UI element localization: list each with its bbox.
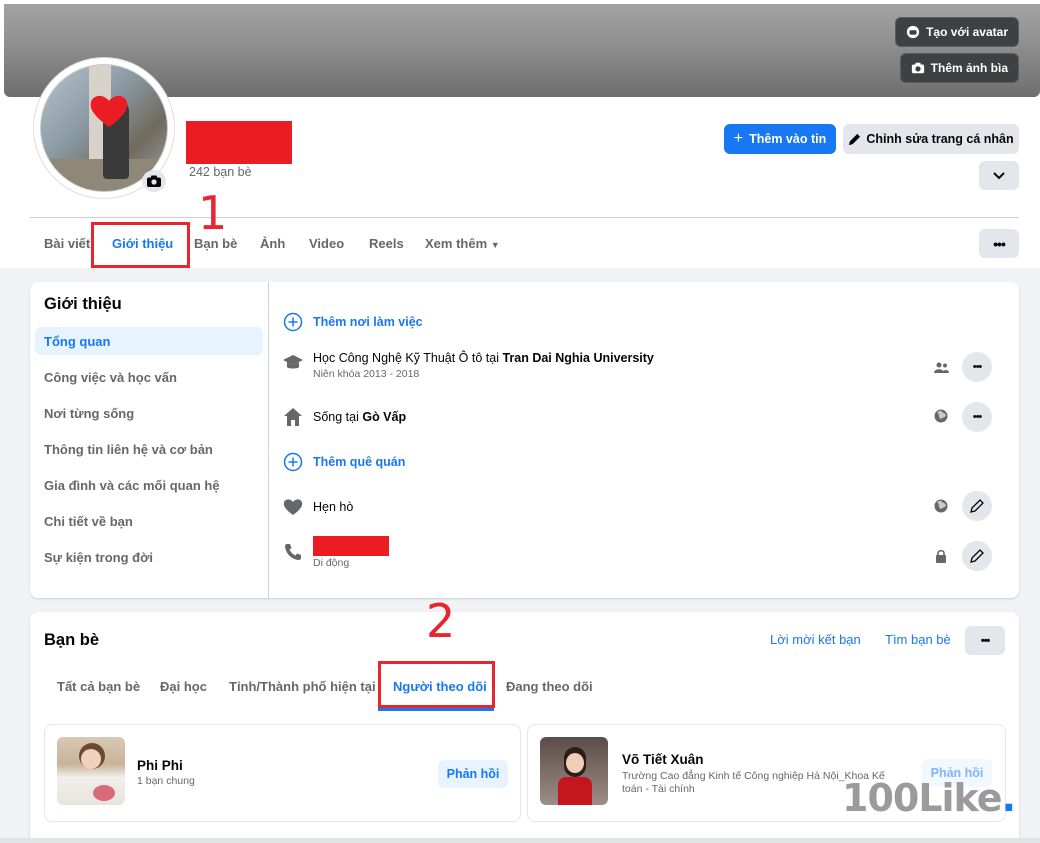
about-nav-family-relationships[interactable]: Gia đình và các mối quan hệ [44, 478, 220, 493]
tab-all-friends[interactable]: Tất cả bạn bè [57, 679, 140, 694]
home-icon [282, 406, 304, 428]
edit-profile-label: Chỉnh sửa trang cá nhân [866, 132, 1014, 146]
add-cover-photo-label: Thêm ảnh bìa [930, 61, 1008, 75]
education-more-button[interactable]: ••• [962, 352, 992, 382]
mutual-friends: 1 bạn chung [137, 775, 195, 787]
tab-photos[interactable]: Ảnh [260, 236, 285, 251]
add-hometown-link[interactable]: Thêm quê quán [313, 455, 405, 469]
education-years: Niên khóa 2013 - 2018 [313, 368, 420, 380]
respond-button[interactable]: Phản hồi [438, 760, 508, 788]
more-dots-icon: ••• [972, 361, 983, 373]
chevron-down-icon [993, 171, 1005, 179]
avatar-icon [906, 25, 920, 39]
friend-requests-link[interactable]: Lời mời kết bạn [770, 632, 861, 647]
phone-type-label: Di động [313, 557, 350, 569]
friends-audience-icon[interactable] [933, 359, 949, 375]
annotation-box-about-tab [91, 222, 190, 268]
follower-name[interactable]: Phi Phi [137, 758, 183, 773]
camera-icon [911, 62, 924, 74]
dating-edit-button[interactable] [962, 491, 992, 521]
phone-edit-button[interactable] [962, 541, 992, 571]
add-circle-icon[interactable] [282, 451, 304, 473]
follower-card[interactable]: Phi Phi 1 bạn chung Phản hồi [44, 724, 521, 822]
public-globe-icon[interactable] [933, 498, 949, 514]
about-column-divider [268, 282, 269, 598]
about-card: Giới thiệu Tổng quan Công việc và học vấ… [30, 282, 1019, 598]
find-friends-link[interactable]: Tìm bạn bè [885, 632, 951, 647]
about-title: Giới thiệu [44, 295, 122, 313]
education-prefix: Học Công Nghệ Kỹ Thuật Ô tô tại [313, 351, 503, 365]
about-nav-life-events[interactable]: Sự kiện trong đời [44, 550, 153, 565]
friend-count: 242 bạn bè [189, 165, 252, 179]
create-with-avatar-label: Tạo với avatar [926, 25, 1008, 39]
annotation-box-followers-tab [378, 661, 495, 708]
profile-header: Tạo với avatar Thêm ảnh bìa 242 bạn bè +… [0, 0, 1040, 268]
phone-icon [282, 541, 304, 563]
lives-in-more-button[interactable]: ••• [962, 402, 992, 432]
tab-reels[interactable]: Reels [369, 236, 404, 251]
pencil-icon [970, 549, 984, 563]
tab-current-city[interactable]: Tỉnh/Thành phố hiện tại [229, 679, 376, 694]
dating-label: Hẹn hò [313, 500, 354, 514]
pencil-icon [970, 499, 984, 513]
profile-dropdown-button[interactable] [979, 161, 1019, 190]
add-to-story-button[interactable]: + Thêm vào tin [724, 124, 836, 154]
bottom-scroll-edge [0, 838, 1040, 843]
lives-in-prefix: Sống tại [313, 410, 363, 424]
follower-photo[interactable] [540, 737, 608, 805]
about-nav-places-lived[interactable]: Nơi từng sống [44, 406, 134, 421]
about-nav-contact-basic-info[interactable]: Thông tin liên hệ và cơ bản [44, 442, 213, 457]
active-tab-indicator [378, 708, 494, 711]
add-to-story-label: Thêm vào tin [749, 132, 827, 146]
create-with-avatar-button[interactable]: Tạo với avatar [895, 17, 1019, 47]
redacted-profile-name [186, 121, 292, 164]
tab-following[interactable]: Đang theo dõi [506, 679, 593, 694]
profile-more-options-button[interactable]: ••• [979, 229, 1019, 258]
about-nav-work-education[interactable]: Công việc và học vấn [44, 370, 177, 385]
lives-in-text: Sống tại Gò Vấp [313, 410, 406, 424]
more-dots-icon: ••• [980, 634, 991, 647]
add-workplace-link[interactable]: Thêm nơi làm việc [313, 315, 423, 329]
add-circle-icon[interactable] [282, 311, 304, 333]
friends-more-options-button[interactable]: ••• [965, 626, 1005, 655]
follower-name[interactable]: Võ Tiết Xuân [622, 752, 704, 767]
add-cover-photo-button[interactable]: Thêm ảnh bìa [899, 53, 1019, 83]
header-divider [30, 217, 1019, 218]
follower-photo[interactable] [57, 737, 125, 805]
watermark-dot: . [1001, 776, 1016, 820]
pencil-icon [849, 133, 861, 145]
watermark-text: 100Like [842, 776, 1003, 820]
lives-in-place-link[interactable]: Gò Vấp [362, 410, 406, 424]
tab-posts[interactable]: Bài viết [44, 236, 90, 251]
tab-videos[interactable]: Video [309, 236, 344, 251]
tab-university[interactable]: Đại học [160, 679, 207, 694]
annotation-step-1: 1 [198, 186, 228, 240]
education-text: Học Công Nghệ Kỹ Thuật Ô tô tại Tran Dai… [313, 351, 654, 365]
friends-title: Bạn bè [44, 631, 100, 649]
graduation-cap-icon [282, 351, 304, 373]
annotation-step-2: 2 [426, 594, 456, 648]
caret-down-icon: ▼ [490, 240, 500, 250]
update-avatar-camera-icon[interactable] [142, 170, 166, 192]
cover-photo[interactable]: Tạo với avatar Thêm ảnh bìa [4, 4, 1040, 97]
education-school-link[interactable]: Tran Dai Nghia University [502, 351, 653, 365]
lock-icon[interactable] [933, 548, 949, 564]
more-dots-icon: ••• [993, 235, 1006, 252]
about-nav-details[interactable]: Chi tiết về bạn [44, 514, 133, 529]
heart-icon [282, 496, 304, 518]
heart-sticker-icon [90, 95, 128, 127]
plus-icon: + [733, 130, 744, 147]
follower-workplace-line-2: toán - Tài chính [622, 783, 695, 795]
tab-more-label: Xem thêm [425, 236, 488, 251]
about-nav-overview[interactable]: Tổng quan [35, 327, 263, 355]
more-dots-icon: ••• [972, 411, 983, 423]
watermark-logo: 100Like. [842, 776, 1016, 820]
tab-more[interactable]: Xem thêm ▼ [425, 236, 500, 251]
edit-profile-button[interactable]: Chỉnh sửa trang cá nhân [843, 124, 1019, 154]
redacted-phone-number [313, 536, 389, 556]
public-globe-icon[interactable] [933, 408, 949, 424]
